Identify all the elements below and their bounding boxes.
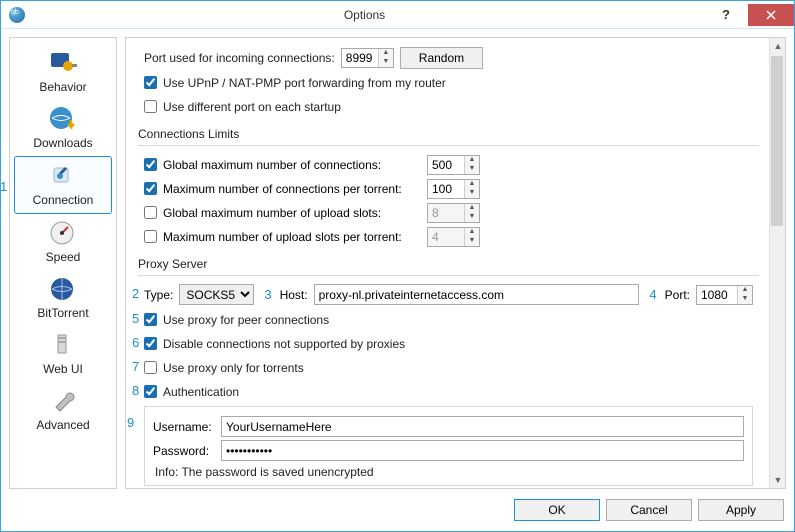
sidebar-label: Behavior [39, 80, 86, 94]
proxy-group-label: Proxy Server [138, 257, 759, 271]
callout-4: 4 [649, 287, 656, 302]
sidebar-item-connection[interactable]: Connection [14, 156, 112, 214]
spin-down-icon[interactable]: ▼ [379, 58, 393, 67]
auth-groupbox: 9 Username: Password: Info: The password… [144, 406, 753, 486]
max-conn-torrent-spinner[interactable]: ▲▼ [427, 179, 480, 199]
proxy-only-torrents-label: Use proxy only for torrents [163, 361, 304, 375]
sidebar-label: Advanced [36, 418, 89, 432]
spin-up-icon[interactable]: ▲ [379, 49, 393, 58]
max-conn-torrent-checkbox[interactable] [144, 182, 157, 195]
scrollbar-thumb[interactable] [771, 56, 783, 226]
global-upload-slots-label: Global maximum number of upload slots: [163, 206, 421, 220]
titlebar-close-button[interactable] [748, 4, 794, 26]
different-port-checkbox[interactable] [144, 100, 157, 113]
sidebar-label: Web UI [43, 362, 83, 376]
username-input[interactable] [221, 416, 744, 437]
sidebar-label: Downloads [33, 136, 92, 150]
callout-7: 7 [132, 359, 139, 374]
proxy-host-input[interactable] [314, 284, 640, 305]
cancel-button[interactable]: Cancel [606, 499, 692, 521]
callout-5: 5 [132, 311, 139, 326]
gauge-icon [47, 218, 79, 248]
content-panel: ▲ ▼ Port used for incoming connections: … [125, 37, 786, 489]
upnp-checkbox[interactable] [144, 76, 157, 89]
proxy-disable-unsupported-checkbox[interactable] [144, 337, 157, 350]
options-window: Options ? 1 Behavior Downloads Connectio… [0, 0, 795, 532]
proxy-auth-label: Authentication [163, 385, 239, 399]
window-title: Options [25, 8, 704, 22]
apply-button[interactable]: Apply [698, 499, 784, 521]
proxy-host-label: Host: [280, 288, 308, 302]
limits-group-label: Connections Limits [138, 127, 759, 141]
sidebar-item-behavior[interactable]: Behavior [10, 44, 116, 100]
ok-button[interactable]: OK [514, 499, 600, 521]
wrench-icon [47, 386, 79, 416]
proxy-peer-label: Use proxy for peer connections [163, 313, 329, 327]
sidebar-item-advanced[interactable]: Advanced [10, 382, 116, 438]
proxy-disable-unsupported-label: Disable connections not supported by pro… [163, 337, 405, 351]
global-max-conn-label: Global maximum number of connections: [163, 158, 421, 172]
global-max-conn-checkbox[interactable] [144, 158, 157, 171]
sidebar-label: Speed [46, 250, 81, 264]
gear-wrench-icon [47, 48, 79, 78]
callout-6: 6 [132, 335, 139, 350]
callout-2: 2 [132, 286, 139, 301]
random-port-button[interactable]: Random [400, 47, 483, 69]
global-upload-slots-checkbox[interactable] [144, 206, 157, 219]
globe-download-icon [47, 104, 79, 134]
callout-8: 8 [132, 383, 139, 398]
incoming-port-label: Port used for incoming connections: [144, 51, 335, 65]
proxy-port-label: Port: [665, 288, 690, 302]
proxy-peer-checkbox[interactable] [144, 313, 157, 326]
scrollbar[interactable]: ▲ ▼ [769, 38, 785, 488]
globe-icon [47, 274, 79, 304]
different-port-label: Use different port on each startup [163, 100, 341, 114]
callout-9: 9 [127, 415, 134, 430]
divider [138, 145, 759, 146]
proxy-auth-checkbox[interactable] [144, 385, 157, 398]
incoming-port-spinner[interactable]: ▲▼ [341, 48, 394, 68]
callout-1: 1 [1, 179, 7, 194]
titlebar-help-button[interactable]: ? [704, 4, 748, 26]
username-label: Username: [153, 420, 215, 434]
app-icon [9, 7, 25, 23]
titlebar: Options ? [1, 1, 794, 29]
proxy-port-spinner[interactable]: ▲▼ [696, 285, 753, 305]
proxy-type-label: Type: [144, 288, 173, 302]
password-info: Info: The password is saved unencrypted [153, 465, 744, 479]
upload-slots-torrent-spinner: ▲▼ [427, 227, 480, 247]
sidebar-label: Connection [33, 193, 94, 207]
proxy-only-torrents-checkbox[interactable] [144, 361, 157, 374]
proxy-type-select[interactable]: SOCKS5 [179, 284, 254, 305]
max-conn-torrent-label: Maximum number of connections per torren… [163, 182, 421, 196]
callout-3: 3 [264, 287, 271, 302]
sidebar-item-bittorrent[interactable]: BitTorrent [10, 270, 116, 326]
scroll-up-icon[interactable]: ▲ [770, 38, 786, 54]
sidebar-label: BitTorrent [37, 306, 88, 320]
incoming-port-input[interactable] [342, 49, 378, 67]
sidebar: Behavior Downloads Connection Speed BitT… [9, 37, 117, 489]
global-upload-slots-spinner: ▲▼ [427, 203, 480, 223]
global-max-conn-spinner[interactable]: ▲▼ [427, 155, 480, 175]
server-icon [47, 330, 79, 360]
password-input[interactable] [221, 440, 744, 461]
dialog-footer: OK Cancel Apply [1, 489, 794, 531]
close-icon [766, 10, 776, 20]
upnp-label: Use UPnP / NAT-PMP port forwarding from … [163, 76, 446, 90]
scroll-down-icon[interactable]: ▼ [770, 472, 786, 488]
plug-icon [47, 161, 79, 191]
sidebar-item-webui[interactable]: Web UI [10, 326, 116, 382]
upload-slots-torrent-label: Maximum number of upload slots per torre… [163, 230, 421, 244]
sidebar-item-downloads[interactable]: Downloads [10, 100, 116, 156]
divider [138, 275, 759, 276]
upload-slots-torrent-checkbox[interactable] [144, 230, 157, 243]
sidebar-item-speed[interactable]: Speed [10, 214, 116, 270]
password-label: Password: [153, 444, 215, 458]
